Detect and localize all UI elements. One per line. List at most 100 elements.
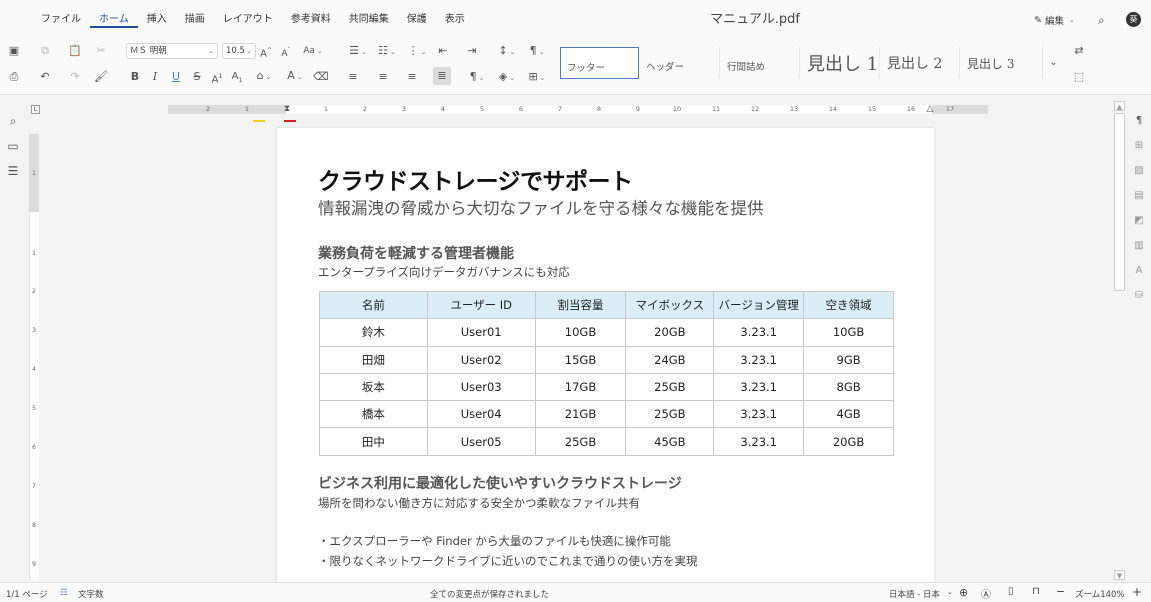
grow-font-icon[interactable]: A^ [259, 43, 273, 59]
table-cell[interactable]: 3.23.1 [713, 400, 805, 429]
page-view-icon[interactable]: ▯ [1008, 586, 1014, 597]
align-left-icon[interactable]: ≡ [346, 69, 360, 85]
shapes-icon[interactable]: ◩ [1132, 214, 1146, 228]
header-footer-icon[interactable]: ▤ [1132, 189, 1146, 203]
italic-icon[interactable]: I [148, 69, 162, 85]
style-heading-1[interactable]: 見出し 1 [801, 47, 880, 79]
table-cell[interactable]: 25GB [625, 372, 715, 402]
page-count[interactable]: 1/1 ページ [6, 588, 48, 600]
menu-file[interactable]: ファイル [32, 12, 90, 28]
scroll-down-button[interactable]: ▼ [1114, 570, 1125, 580]
menu-insert[interactable]: 挿入 [138, 12, 176, 28]
table-cell[interactable]: 3.23.1 [713, 427, 805, 456]
align-justify-icon[interactable]: ≣ [433, 67, 451, 85]
bold-icon[interactable]: B [128, 69, 142, 85]
paragraph-icon[interactable]: ¶ [1132, 114, 1146, 128]
table-cell[interactable]: 10GB [534, 318, 627, 347]
scrollbar-thumb[interactable] [1114, 113, 1125, 291]
table-cell[interactable]: 田畑 [319, 345, 428, 374]
language-select[interactable]: 日本語 - 日本 [889, 588, 940, 600]
menu-references[interactable]: 参考資料 [282, 12, 340, 28]
shading-icon[interactable]: ◈ ⌄ [494, 69, 520, 85]
underline-icon[interactable]: U [169, 69, 183, 85]
style-heading-3[interactable]: 見出し 3 [961, 47, 1040, 79]
outline-icon[interactable]: ☰ [6, 164, 20, 178]
select-icon[interactable]: ⬚ [1072, 69, 1086, 85]
signature-icon[interactable]: ⛁ [1132, 289, 1146, 303]
table-cell[interactable]: 橋本 [319, 400, 428, 429]
table-cell[interactable]: 15GB [534, 345, 627, 374]
globe-icon[interactable]: ⊕ [959, 586, 968, 599]
strikethrough-icon[interactable]: S [190, 69, 204, 85]
table-cell[interactable]: 坂本 [319, 372, 428, 402]
copy-icon[interactable]: ⧉ [38, 43, 52, 59]
image-icon[interactable]: ▨ [1132, 164, 1146, 178]
table-cell[interactable]: 10GB [803, 318, 894, 347]
undo-icon[interactable]: ↶ [38, 69, 52, 85]
table-cell[interactable]: 17GB [534, 372, 627, 402]
cut-icon[interactable]: ✂ [94, 43, 108, 59]
table-cell[interactable]: User02 [426, 345, 536, 374]
font-name-select[interactable]: ＭＳ 明朝 ⌄ [126, 43, 218, 59]
menu-protect[interactable]: 保護 [398, 12, 436, 28]
paragraph-settings-icon[interactable]: ¶ ⌄ [524, 43, 550, 59]
table-cell[interactable]: 田中 [319, 427, 428, 456]
table-cell[interactable]: 3.23.1 [713, 372, 805, 402]
menu-collaborate[interactable]: 共同編集 [340, 12, 398, 28]
word-count[interactable]: 文字数 [78, 588, 104, 600]
print-icon[interactable]: ⎙ [7, 69, 21, 85]
table-cell[interactable]: User05 [426, 427, 536, 456]
table-icon[interactable]: ⊞ [1132, 139, 1146, 153]
style-heading-2[interactable]: 見出し 2 [881, 47, 960, 79]
spellcheck-icon[interactable]: Ⓐ [981, 586, 991, 601]
table-cell[interactable]: 20GB [625, 318, 715, 347]
paste-icon[interactable]: 📋 [68, 43, 82, 59]
comment-icon[interactable]: ▭ [6, 139, 20, 153]
table-cell[interactable]: User04 [426, 400, 536, 429]
bullet-list-icon[interactable]: ☰ ⌄ [345, 43, 371, 59]
table-cell[interactable]: 3.23.1 [713, 318, 805, 347]
right-indent-marker[interactable]: △ [924, 104, 936, 115]
replace-icon[interactable]: ⇄ [1072, 43, 1086, 59]
avatar[interactable]: 葵 [1126, 12, 1141, 27]
table-cell[interactable]: 20GB [803, 427, 894, 456]
format-painter-icon[interactable]: 🖌 [94, 69, 108, 85]
save-icon[interactable]: ▣ [7, 43, 21, 59]
align-center-icon[interactable]: ≡ [376, 69, 390, 85]
superscript-icon[interactable]: A1 [210, 69, 224, 85]
document-page[interactable]: クラウドストレージでサポート 情報漏洩の脅威から大切なファイルを守る様々な機能を… [277, 128, 934, 582]
style-header[interactable]: ヘッダー [640, 47, 720, 79]
search-icon[interactable]: ⌕ [1098, 13, 1105, 28]
text-art-icon[interactable]: A [1132, 264, 1146, 278]
style-no-spacing[interactable]: 行間詰め [721, 47, 800, 79]
shrink-font-icon[interactable]: Aˇ [279, 43, 293, 59]
table-cell[interactable]: User03 [426, 372, 536, 402]
style-footer[interactable]: フッター [560, 47, 639, 79]
table-cell[interactable]: 3.23.1 [713, 345, 805, 374]
user-table[interactable]: 名前 ユーザー ID 割当容量 マイボックス バージョン管理 空き領域 鈴木 Us… [319, 290, 894, 456]
clear-format-icon[interactable]: ⌫ [313, 69, 329, 85]
table-cell[interactable]: 25GB [534, 427, 627, 456]
style-gallery-expand-button[interactable]: ⌄ [1042, 47, 1064, 79]
zoom-in-icon[interactable]: + [1132, 585, 1142, 599]
zoom-level[interactable]: ズーム140% [1075, 588, 1125, 600]
redo-icon[interactable]: ↷ [68, 69, 82, 85]
change-case-icon[interactable]: Aa ⌄ [301, 43, 325, 59]
line-spacing-icon[interactable]: ↕ ⌄ [494, 43, 520, 59]
table-cell[interactable]: User01 [426, 318, 536, 347]
table-cell[interactable]: 鈴木 [319, 318, 428, 347]
highlight-color-icon[interactable]: ⌂ ⌄ [251, 68, 277, 84]
table-cell[interactable]: 24GB [625, 345, 715, 374]
table-cell[interactable]: 4GB [803, 400, 894, 429]
menu-draw[interactable]: 描画 [176, 12, 214, 28]
reading-view-icon[interactable]: ⊓ [1032, 586, 1040, 597]
chart-icon[interactable]: ▥ [1132, 239, 1146, 253]
table-cell[interactable]: 9GB [803, 345, 894, 374]
table-cell[interactable]: 45GB [625, 427, 715, 456]
increase-indent-icon[interactable]: ⇥ [465, 43, 479, 59]
numbered-list-icon[interactable]: ☷ ⌄ [374, 43, 400, 59]
show-marks-icon[interactable]: ¶ ⌄ [464, 69, 490, 85]
search-icon[interactable]: ⌕ [6, 114, 20, 128]
decrease-indent-icon[interactable]: ⇤ [436, 43, 450, 59]
borders-icon[interactable]: ⊞ ⌄ [524, 69, 550, 85]
